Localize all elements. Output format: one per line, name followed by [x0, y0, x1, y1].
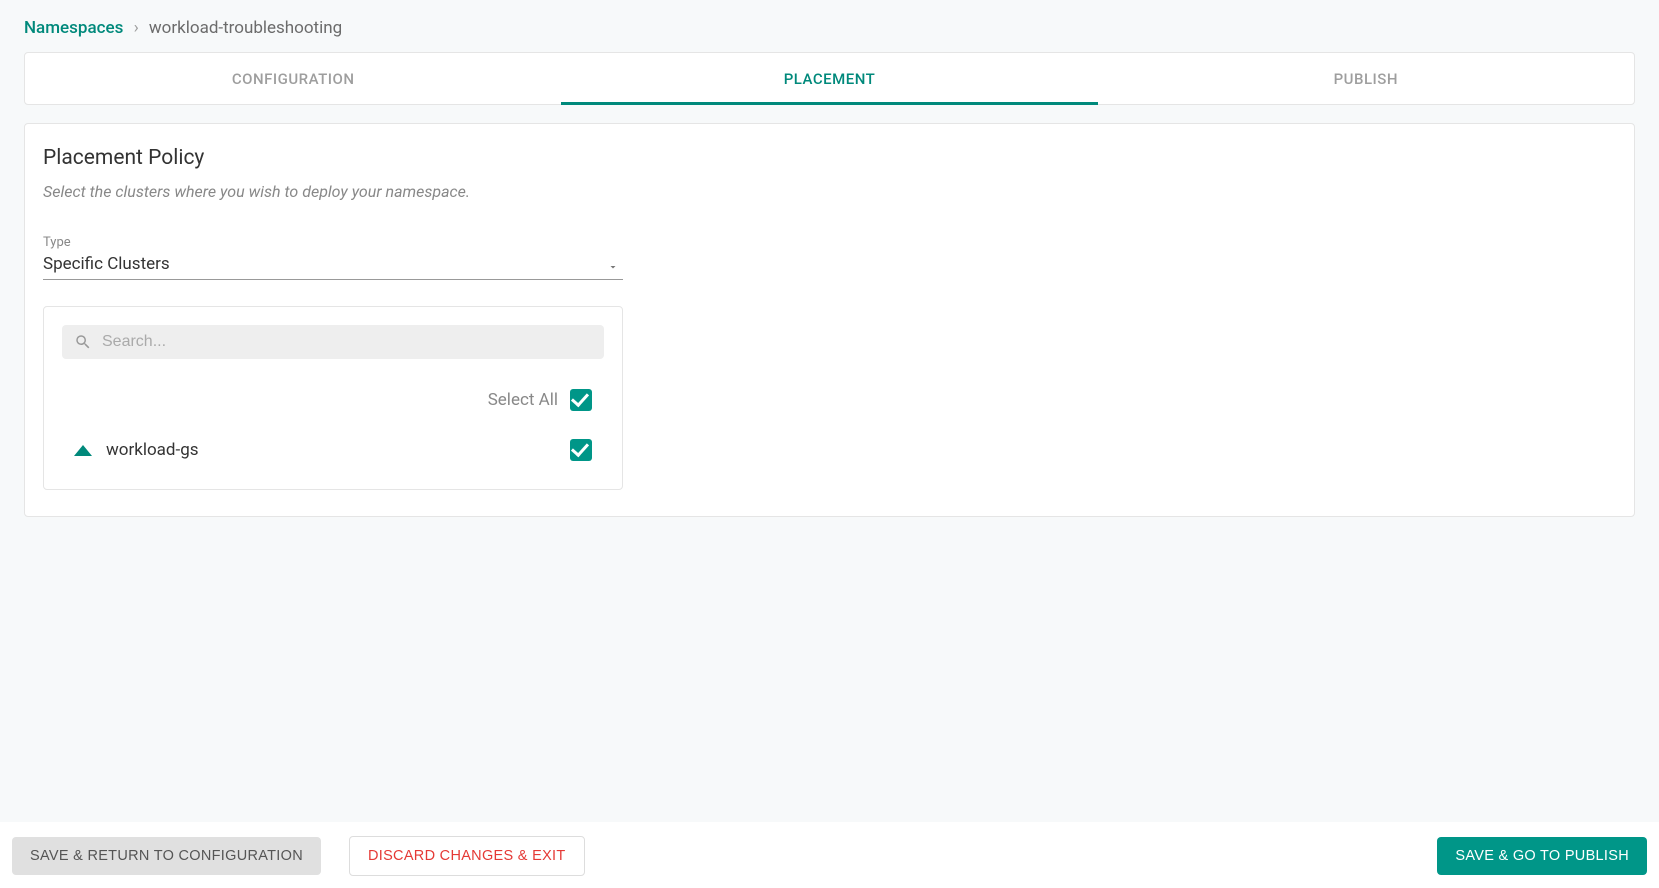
select-all-checkbox[interactable]: [570, 389, 592, 411]
footer: SAVE & RETURN TO CONFIGURATION DISCARD C…: [0, 822, 1659, 888]
cluster-checkbox[interactable]: [570, 439, 592, 461]
panel-title: Placement Policy: [43, 146, 1616, 170]
tab-configuration[interactable]: CONFIGURATION: [25, 53, 561, 104]
breadcrumb-current: workload-troubleshooting: [149, 18, 342, 38]
tab-placement[interactable]: PLACEMENT: [561, 53, 1097, 104]
tabs: CONFIGURATION PLACEMENT PUBLISH: [24, 52, 1635, 105]
cluster-name: workload-gs: [106, 440, 199, 460]
cluster-row-left: workload-gs: [74, 440, 199, 460]
save-publish-button[interactable]: SAVE & GO TO PUBLISH: [1437, 837, 1647, 875]
placement-panel: Placement Policy Select the clusters whe…: [24, 123, 1635, 517]
type-select[interactable]: Specific Clusters: [43, 254, 623, 280]
expand-icon[interactable]: [74, 445, 92, 456]
select-all-label: Select All: [488, 390, 558, 410]
select-all-row: Select All: [62, 379, 604, 421]
search-input[interactable]: [102, 333, 592, 351]
discard-button[interactable]: DISCARD CHANGES & EXIT: [349, 836, 585, 876]
type-label: Type: [43, 235, 1616, 250]
search-icon: [74, 333, 92, 351]
search-wrap: [62, 325, 604, 359]
breadcrumb: Namespaces › workload-troubleshooting: [0, 0, 1659, 52]
save-return-button[interactable]: SAVE & RETURN TO CONFIGURATION: [12, 837, 321, 875]
cluster-row: workload-gs: [62, 429, 604, 471]
chevron-down-icon: [607, 258, 619, 277]
cluster-selection-box: Select All workload-gs: [43, 306, 623, 490]
breadcrumb-root-link[interactable]: Namespaces: [24, 18, 123, 38]
tab-publish[interactable]: PUBLISH: [1098, 53, 1634, 104]
breadcrumb-separator: ›: [134, 18, 139, 38]
panel-description: Select the clusters where you wish to de…: [43, 182, 1616, 201]
type-select-value: Specific Clusters: [43, 254, 170, 274]
